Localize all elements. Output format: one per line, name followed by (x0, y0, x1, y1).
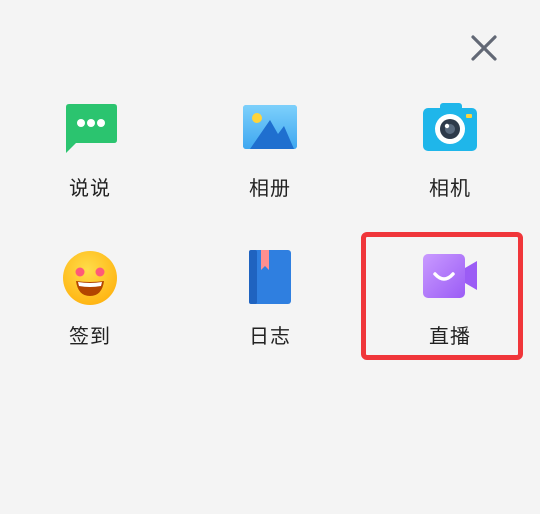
close-icon (471, 35, 497, 61)
item-label: 相册 (249, 176, 291, 200)
item-shuoshuo[interactable]: 说说 (15, 102, 165, 222)
photo-album-icon (240, 102, 300, 158)
highlight-box (361, 232, 523, 360)
item-label: 签到 (69, 324, 111, 348)
item-album[interactable]: 相册 (195, 102, 345, 222)
message-bubble-icon (60, 102, 120, 158)
item-checkin[interactable]: 签到 (15, 250, 165, 370)
item-diary[interactable]: 日志 (195, 250, 345, 370)
notebook-icon (240, 250, 300, 306)
item-label: 日志 (249, 324, 291, 348)
smile-emoji-icon (60, 250, 120, 306)
item-label: 说说 (69, 176, 111, 200)
item-label: 相机 (429, 176, 471, 200)
camera-icon (420, 102, 480, 158)
close-button[interactable] (468, 32, 500, 64)
item-camera[interactable]: 相机 (375, 102, 525, 222)
